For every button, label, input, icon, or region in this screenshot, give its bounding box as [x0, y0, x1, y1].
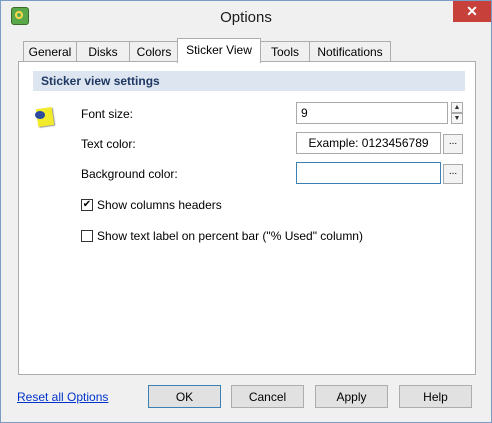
pin-icon	[35, 111, 45, 119]
tab-disks[interactable]: Disks	[76, 41, 130, 62]
section-header: Sticker view settings	[33, 71, 465, 91]
show-columns-headers-label[interactable]: Show columns headers	[97, 198, 222, 212]
tab-notifications[interactable]: Notifications	[309, 41, 391, 62]
tab-colors[interactable]: Colors	[129, 41, 179, 62]
title-bar: Options ✕	[1, 1, 491, 32]
apply-button[interactable]: Apply	[315, 385, 388, 408]
tab-tools[interactable]: Tools	[260, 41, 310, 62]
text-color-example[interactable]: Example: 0123456789	[296, 132, 441, 154]
font-size-input[interactable]: 9	[296, 102, 448, 124]
text-color-label: Text color:	[81, 137, 136, 151]
window-title: Options	[220, 9, 272, 26]
close-button[interactable]: ✕	[453, 1, 491, 22]
background-color-field[interactable]	[296, 162, 441, 184]
tab-general[interactable]: General	[23, 41, 77, 62]
show-text-label-checkbox[interactable]	[81, 230, 93, 242]
font-size-up[interactable]: ▲	[451, 102, 463, 113]
cancel-button[interactable]: Cancel	[231, 385, 304, 408]
text-color-browse-button[interactable]: ...	[443, 134, 463, 154]
reset-all-options-link[interactable]: Reset all Options	[17, 390, 108, 404]
background-color-browse-button[interactable]: ...	[443, 164, 463, 184]
help-button[interactable]: Help	[399, 385, 472, 408]
font-size-down[interactable]: ▼	[451, 113, 463, 124]
background-color-label: Background color:	[81, 167, 178, 181]
options-window: Options ✕ General Disks Colors Sticker V…	[0, 0, 492, 423]
close-icon: ✕	[466, 3, 478, 19]
show-columns-headers-checkbox[interactable]: ✔	[81, 199, 93, 211]
show-text-label-label[interactable]: Show text label on percent bar ("% Used"…	[97, 229, 363, 243]
font-size-label: Font size:	[81, 107, 134, 121]
ok-button[interactable]: OK	[148, 385, 221, 408]
tab-sticker-view[interactable]: Sticker View	[177, 38, 261, 63]
